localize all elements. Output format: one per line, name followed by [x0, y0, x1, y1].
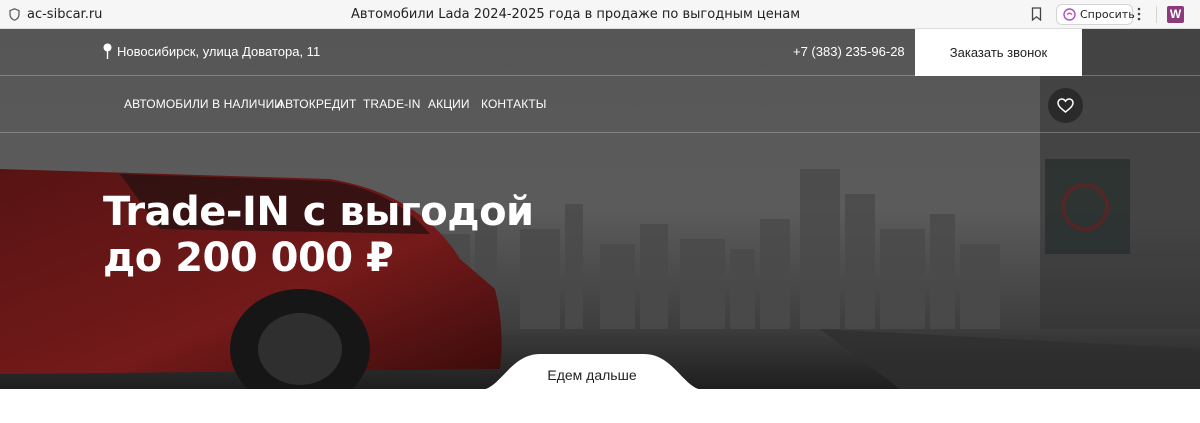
scroll-next-label: Едем дальше	[547, 367, 637, 383]
ask-button[interactable]: Спросить	[1056, 4, 1135, 25]
more-vertical-icon[interactable]	[1137, 7, 1141, 21]
shield-icon[interactable]	[9, 8, 20, 21]
scroll-next-button[interactable]: Едем дальше	[480, 354, 704, 389]
browser-toolbar: ac-sibcar.ru Автомобили Lada 2024-2025 г…	[0, 0, 1200, 29]
bookmark-icon[interactable]	[1031, 7, 1042, 21]
hero-headline-line1: Trade-IN с выгодой	[103, 189, 534, 235]
nav-item-contacts[interactable]: КОНТАКТЫ	[481, 97, 547, 111]
heart-icon	[1057, 98, 1074, 113]
nav-item-trade-in[interactable]: TRADE-IN	[363, 97, 420, 111]
ask-button-label: Спросить	[1080, 8, 1135, 21]
page-title: Автомобили Lada 2024-2025 года в продаже…	[351, 7, 801, 22]
address-text: Новосибирск, улица Доватора, 11	[117, 44, 321, 59]
top-bar: Новосибирск, улица Доватора, 11 +7 (383)…	[0, 29, 1200, 76]
location-pin-icon	[103, 43, 112, 59]
favorites-button[interactable]	[1048, 88, 1083, 123]
nav-item-cars-in-stock[interactable]: АВТОМОБИЛИ В НАЛИЧИИ	[124, 97, 283, 111]
extension-w-icon[interactable]: W	[1167, 6, 1184, 23]
phone-link[interactable]: +7 (383) 235-96-28	[793, 44, 905, 59]
nav-item-car-loan[interactable]: АВТОКРЕДИТ	[277, 97, 356, 111]
nav-item-promotions[interactable]: АКЦИИ	[428, 97, 470, 111]
main-nav: АВТОМОБИЛИ В НАЛИЧИИ АВТОКРЕДИТ TRADE-IN…	[0, 76, 1200, 133]
ai-spark-icon	[1063, 8, 1076, 21]
hero-headline: Trade-IN с выгодой до 200 000 ₽	[103, 189, 534, 281]
toolbar-divider	[1156, 6, 1157, 23]
hero-section: Новосибирск, улица Доватора, 11 +7 (383)…	[0, 29, 1200, 389]
address-bar-url[interactable]: ac-sibcar.ru	[27, 7, 102, 22]
callback-button[interactable]: Заказать звонок	[915, 29, 1082, 76]
hero-headline-line2: до 200 000 ₽	[103, 235, 394, 281]
